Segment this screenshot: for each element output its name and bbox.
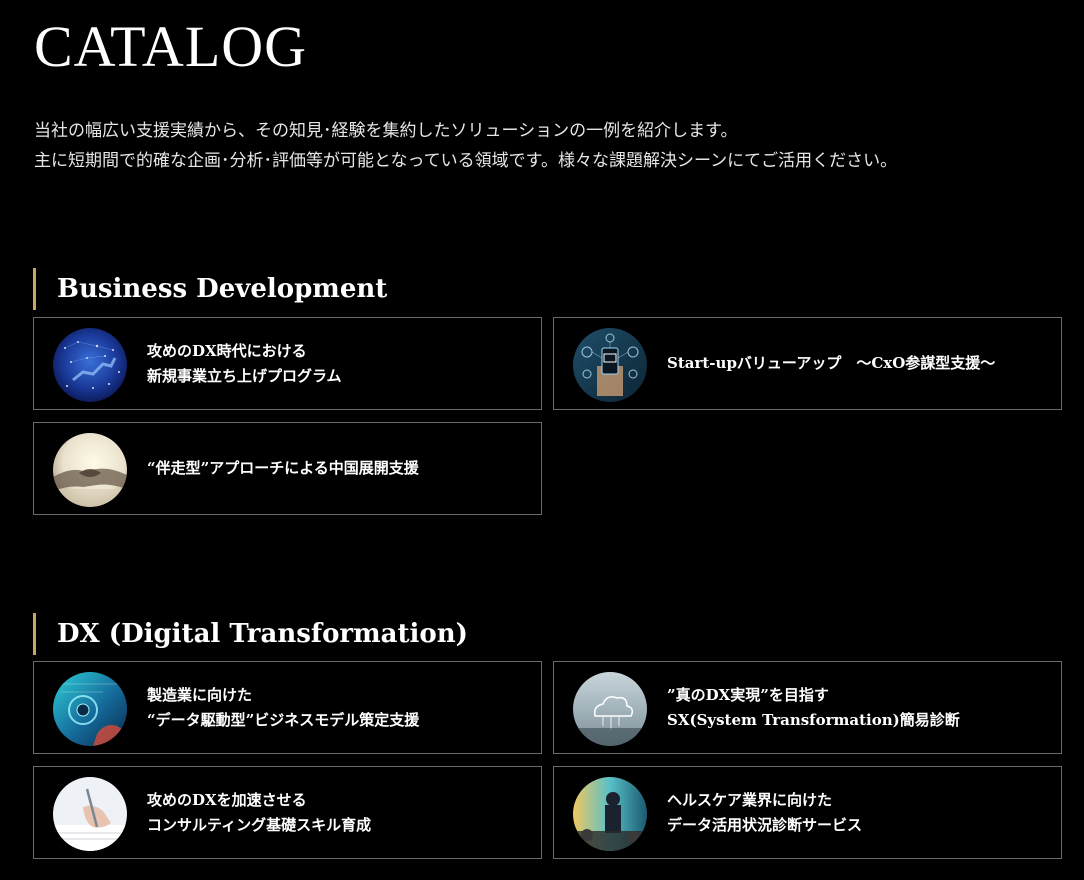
card-label-line: “伴走型”アプローチによる中国展開支援: [147, 459, 419, 477]
card-label: 攻めのDX時代における 新規事業立ち上げプログラム: [147, 318, 525, 409]
card-label-line: ”真のDX実現”を目指す: [667, 685, 829, 704]
writing-hand-image: [53, 777, 127, 851]
healthcare-data-image: [573, 777, 647, 851]
card-label: 攻めのDXを加速させる コンサルティング基礎スキル育成: [147, 767, 525, 858]
intro-line-1: 当社の幅広い支援実績から、その知見･経験を集約したソリューションの一例を紹介しま…: [34, 121, 738, 141]
card-label: 製造業に向けた “データ駆動型”ビジネスモデル策定支援: [147, 662, 525, 753]
catalog-card-new-business-program[interactable]: 攻めのDX時代における 新規事業立ち上げプログラム: [33, 317, 542, 410]
card-label: “伴走型”アプローチによる中国展開支援: [147, 423, 525, 514]
card-label-line: データ活用状況診断サービス: [667, 815, 863, 834]
catalog-card-consulting-skill-training[interactable]: 攻めのDXを加速させる コンサルティング基礎スキル育成: [33, 766, 542, 859]
catalog-card-manufacturing-data-model[interactable]: 製造業に向けた “データ駆動型”ビジネスモデル策定支援: [33, 661, 542, 754]
card-label-line: ヘルスケア業界に向けた: [667, 790, 833, 809]
card-label: ヘルスケア業界に向けた データ活用状況診断サービス: [667, 767, 1045, 858]
handshake-image: [53, 433, 127, 507]
card-label-line: 新規事業立ち上げプログラム: [147, 366, 342, 385]
card-label-line: コンサルティング基礎スキル育成: [147, 815, 372, 834]
card-label-line: 攻めのDX時代における: [147, 341, 307, 360]
card-label-line: SX(System Transformation)簡易診断: [667, 710, 960, 729]
card-label: ”真のDX実現”を目指す SX(System Transformation)簡易…: [667, 662, 1045, 753]
card-label: Start-upバリューアップ ～CxO参謀型支援～: [667, 318, 1045, 409]
cloud-computing-image: [573, 672, 647, 746]
card-label-line: 製造業に向けた: [147, 685, 253, 704]
card-label-line: “データ駆動型”ビジネスモデル策定支援: [147, 710, 420, 729]
catalog-page: CATALOG 当社の幅広い支援実績から、その知見･経験を集約したソリューション…: [0, 0, 1084, 880]
section-heading-business-development: Business Development: [33, 267, 387, 310]
manufacturing-data-image: [53, 672, 127, 746]
catalog-card-china-expansion[interactable]: “伴走型”アプローチによる中国展開支援: [33, 422, 542, 515]
card-label-line: Start-upバリューアップ ～CxO参謀型支援～: [667, 354, 996, 372]
digital-japan-map-image: [53, 328, 127, 402]
catalog-card-sx-diagnosis[interactable]: ”真のDX実現”を目指す SX(System Transformation)簡易…: [553, 661, 1062, 754]
smartphone-network-image: [573, 328, 647, 402]
card-label-line: 攻めのDXを加速させる: [147, 790, 307, 809]
intro-text: 当社の幅広い支援実績から、その知見･経験を集約したソリューションの一例を紹介しま…: [34, 116, 1054, 176]
page-title: CATALOG: [34, 14, 308, 79]
section-heading-dx: DX (Digital Transformation): [33, 612, 468, 655]
catalog-card-healthcare-data-diagnosis[interactable]: ヘルスケア業界に向けた データ活用状況診断サービス: [553, 766, 1062, 859]
catalog-card-startup-value-up[interactable]: Start-upバリューアップ ～CxO参謀型支援～: [553, 317, 1062, 410]
intro-line-2: 主に短期間で的確な企画･分析･評価等が可能となっている領域です。様々な課題解決シ…: [34, 151, 898, 171]
